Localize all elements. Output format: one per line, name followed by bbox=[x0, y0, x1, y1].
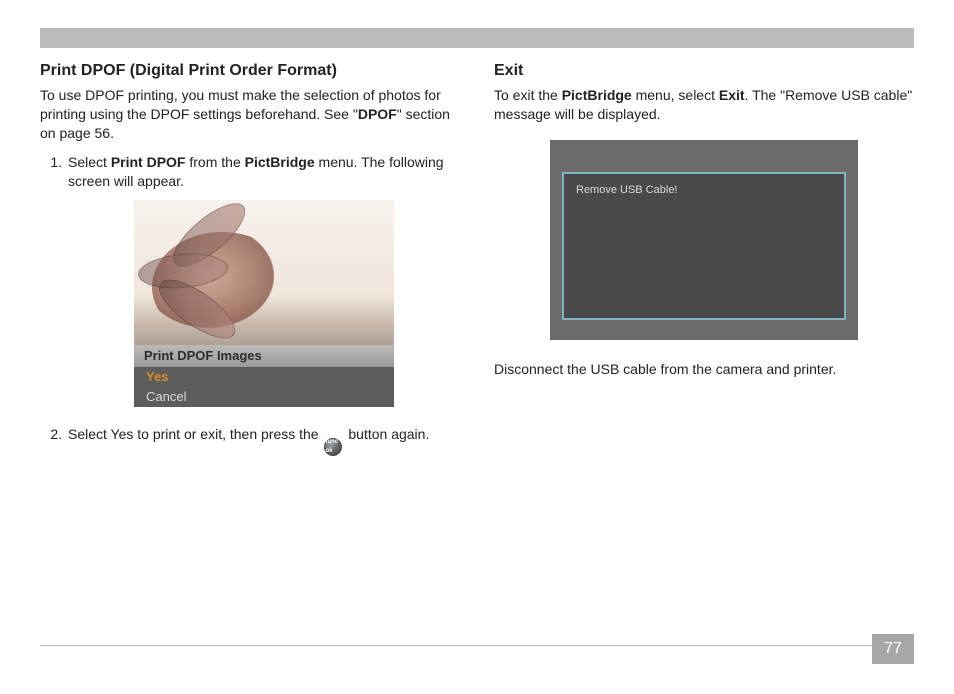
exit-outro: Disconnect the USB cable from the camera… bbox=[494, 360, 914, 379]
step-2: Select Yes to print or exit, then press … bbox=[66, 425, 460, 455]
heading-print-dpof: Print DPOF (Digital Print Order Format) bbox=[40, 62, 460, 80]
step1-c: from the bbox=[185, 154, 244, 170]
footer-divider bbox=[40, 645, 914, 646]
heading-exit: Exit bbox=[494, 62, 914, 80]
exit-bold-pictbridge: PictBridge bbox=[562, 87, 632, 103]
func-ok-button-icon: func ok bbox=[324, 438, 342, 456]
content-columns: Print DPOF (Digital Print Order Format) … bbox=[40, 62, 914, 466]
page-number: 77 bbox=[872, 634, 914, 664]
exit-b: menu, select bbox=[632, 87, 719, 103]
exit-bold-exit: Exit bbox=[719, 87, 745, 103]
camera-menu-option-yes: Yes bbox=[134, 367, 394, 387]
step2-b: button again. bbox=[344, 426, 429, 442]
camera-message-text: Remove USB Cable! bbox=[576, 184, 678, 196]
intro-bold-dpof: DPOF bbox=[358, 106, 397, 122]
right-column: Exit To exit the PictBridge menu, select… bbox=[494, 62, 914, 466]
camera-screenshot-dpof: Print DPOF Images Yes Cancel bbox=[134, 200, 394, 407]
left-column: Print DPOF (Digital Print Order Format) … bbox=[40, 62, 460, 466]
camera-menu-title: Print DPOF Images bbox=[134, 345, 394, 367]
dpof-intro: To use DPOF printing, you must make the … bbox=[40, 86, 460, 143]
step1-bold-pictbridge: PictBridge bbox=[245, 154, 315, 170]
exit-a: To exit the bbox=[494, 87, 562, 103]
camera-message-box: Remove USB Cable! bbox=[562, 172, 846, 320]
exit-intro: To exit the PictBridge menu, select Exit… bbox=[494, 86, 914, 124]
header-bar bbox=[40, 28, 914, 48]
camera-menu-option-cancel: Cancel bbox=[134, 387, 394, 407]
step2-a: Select Yes to print or exit, then press … bbox=[68, 426, 322, 442]
camera-screenshot-remove-usb: Remove USB Cable! bbox=[550, 140, 858, 340]
step-1: Select Print DPOF from the PictBridge me… bbox=[66, 153, 460, 408]
step1-bold-printdpof: Print DPOF bbox=[111, 154, 186, 170]
step1-a: Select bbox=[68, 154, 111, 170]
manual-page: Print DPOF (Digital Print Order Format) … bbox=[0, 0, 954, 694]
dpof-steps: Select Print DPOF from the PictBridge me… bbox=[40, 153, 460, 456]
